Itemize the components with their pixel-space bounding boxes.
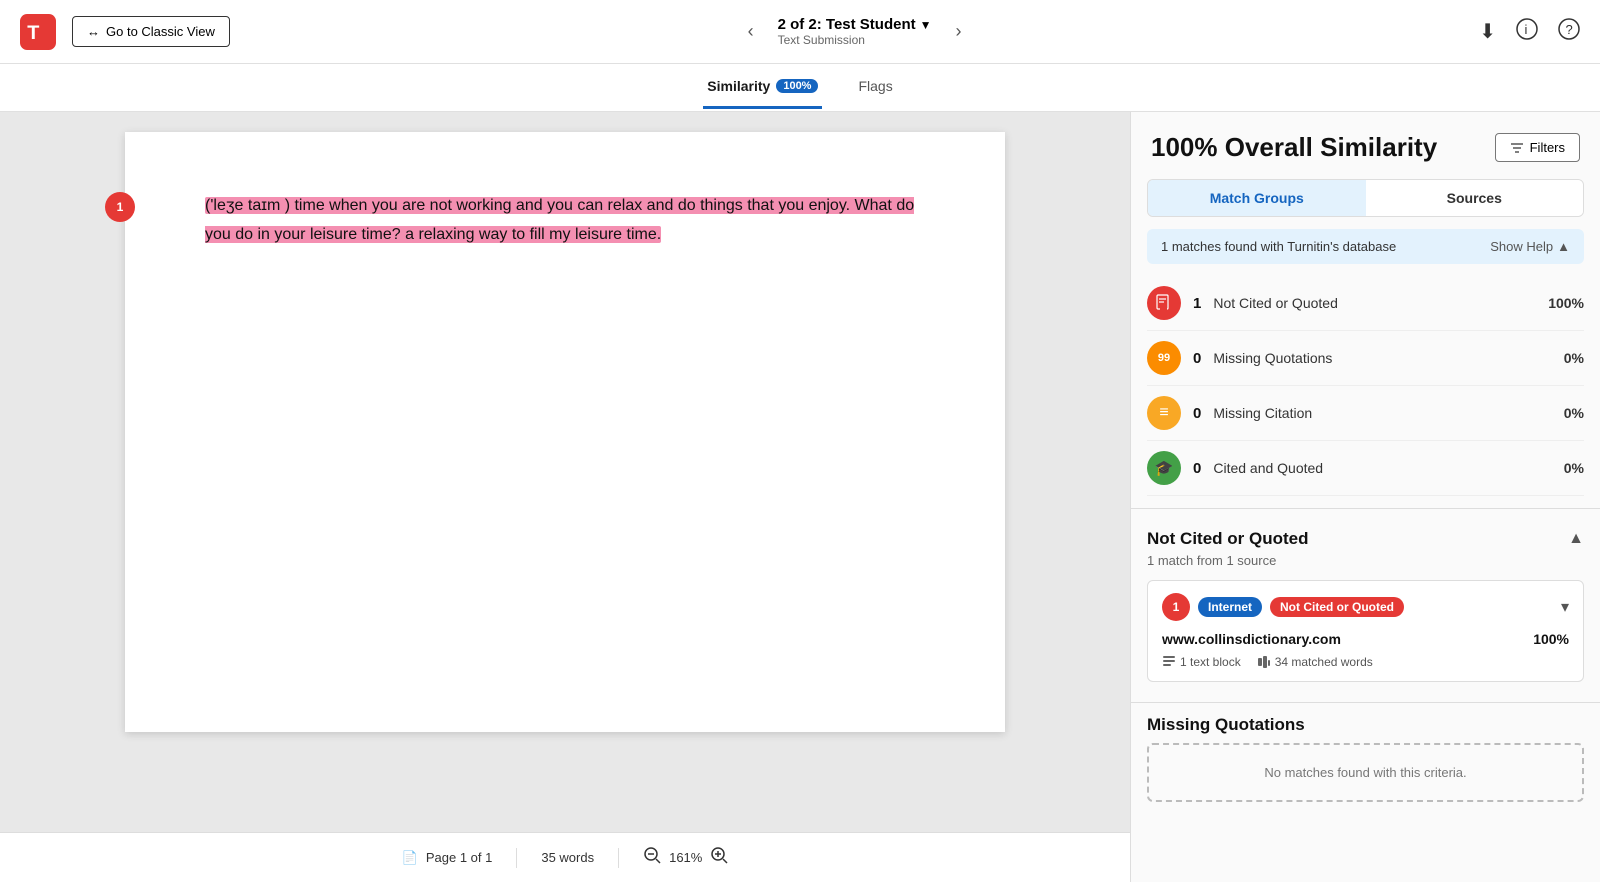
page-info: 📄 Page 1 of 1	[402, 850, 493, 866]
chevron-up-icon: ▲	[1557, 239, 1570, 254]
info-button[interactable]: i	[1516, 18, 1538, 46]
document-panel: 1 ('leʒe taɪm ) time when you are not wo…	[0, 112, 1130, 882]
match-row-missing-citation: ≡ 0 Missing Citation 0%	[1147, 386, 1584, 441]
divider-1	[516, 848, 517, 868]
source-card-top: 1 Internet Not Cited or Quoted ▾	[1162, 593, 1569, 621]
tab-flags[interactable]: Flags	[854, 66, 896, 109]
svg-text:i: i	[1524, 22, 1527, 37]
not-cited-section: Not Cited or Quoted ▲ 1 match from 1 sou…	[1131, 513, 1600, 698]
main-layout: 1 ('leʒe taɪm ) time when you are not wo…	[0, 112, 1600, 882]
download-button[interactable]: ⬇	[1479, 19, 1496, 44]
match-row-missing-quotations: 99 0 Missing Quotations 0%	[1147, 331, 1584, 386]
svg-text:?: ?	[1565, 22, 1572, 37]
source-card-expand-button[interactable]: ▾	[1561, 597, 1569, 617]
source-pct: 100%	[1533, 631, 1569, 647]
next-student-button[interactable]: ›	[948, 13, 970, 50]
help-button[interactable]: ?	[1558, 18, 1580, 46]
source-badge-num: 1	[1162, 593, 1190, 621]
source-card-collins: 1 Internet Not Cited or Quoted ▾ www.col…	[1147, 580, 1584, 682]
turnitin-logo-icon: T	[20, 14, 56, 50]
match-row-cited-quoted: 🎓 0 Cited and Quoted 0%	[1147, 441, 1584, 496]
turnitin-logo: T	[20, 14, 56, 50]
zoom-level: 161%	[669, 850, 702, 865]
topbar: T ↔ Go to Classic View ‹ 2 of 2: Test St…	[0, 0, 1600, 64]
topbar-left: T ↔ Go to Classic View	[20, 14, 230, 50]
tab-match-groups[interactable]: Match Groups	[1148, 180, 1366, 216]
tabbar: Similarity 100% Flags	[0, 64, 1600, 112]
word-count: 35 words	[541, 850, 594, 865]
tab-similarity[interactable]: Similarity 100%	[703, 66, 822, 109]
highlighted-text: ('leʒe taɪm ) time when you are not work…	[205, 197, 914, 243]
not-cited-icon	[1147, 286, 1181, 320]
source-meta: 1 text block 34 matched words	[1162, 655, 1569, 669]
arrow-icon: ↔	[87, 24, 100, 39]
source-badges: 1 Internet Not Cited or Quoted	[1162, 593, 1404, 621]
missing-quotations-title: Missing Quotations	[1147, 715, 1584, 735]
source-url: www.collinsdictionary.com	[1162, 631, 1341, 647]
sidebar-divider-1	[1131, 508, 1600, 509]
not-cited-subtitle: 1 match from 1 source	[1147, 553, 1584, 568]
similarity-title: 100% Overall Similarity Filters	[1151, 132, 1580, 163]
text-blocks-meta: 1 text block	[1162, 655, 1241, 669]
match-badge-1[interactable]: 1	[105, 192, 135, 222]
submission-type: Text Submission	[778, 33, 932, 47]
badge-internet: Internet	[1198, 597, 1262, 617]
tab-sources[interactable]: Sources	[1366, 180, 1584, 216]
not-cited-title: Not Cited or Quoted ▲	[1147, 529, 1584, 549]
badge-not-cited-or-quoted: Not Cited or Quoted	[1270, 597, 1404, 617]
zoom-in-button[interactable]	[710, 846, 728, 869]
similarity-badge: 100%	[776, 79, 818, 93]
missing-quotations-icon: 99	[1147, 341, 1181, 375]
sidebar: 100% Overall Similarity Filters Match Gr…	[1130, 112, 1600, 882]
zoom-out-button[interactable]	[643, 846, 661, 869]
match-rows: 1 Not Cited or Quoted 100% 99 0 Missing …	[1131, 276, 1600, 504]
classic-view-button[interactable]: ↔ Go to Classic View	[72, 16, 230, 47]
source-url-row: www.collinsdictionary.com 100%	[1162, 631, 1569, 647]
prev-student-button[interactable]: ‹	[740, 13, 762, 50]
topbar-center: ‹ 2 of 2: Test Student ▼ Text Submission…	[740, 13, 970, 50]
missing-quotations-empty: No matches found with this criteria.	[1147, 743, 1584, 802]
cited-quoted-icon: 🎓	[1147, 451, 1181, 485]
show-help-button[interactable]: Show Help ▲	[1490, 239, 1570, 254]
zoom-control: 161%	[643, 846, 728, 869]
document-bottom-bar: 📄 Page 1 of 1 35 words 161%	[0, 832, 1130, 882]
page-label: Page 1 of 1	[426, 850, 493, 865]
missing-quotations-section: Missing Quotations No matches found with…	[1131, 707, 1600, 810]
topbar-right: ⬇ i ?	[1479, 18, 1580, 46]
matched-words-meta: 34 matched words	[1257, 655, 1373, 669]
match-row-not-cited: 1 Not Cited or Quoted 100%	[1147, 276, 1584, 331]
classic-view-label: Go to Classic View	[106, 24, 215, 39]
missing-citation-icon: ≡	[1147, 396, 1181, 430]
filters-button[interactable]: Filters	[1495, 133, 1580, 162]
matches-found-box: 1 matches found with Turnitin's database…	[1147, 229, 1584, 264]
not-cited-collapse-button[interactable]: ▲	[1568, 530, 1584, 548]
student-name: 2 of 2: Test Student ▼	[778, 16, 932, 33]
page-icon: 📄	[402, 850, 418, 866]
sidebar-divider-2	[1131, 702, 1600, 703]
document-text: ('leʒe taɪm ) time when you are not work…	[205, 192, 925, 250]
sidebar-tab-group: Match Groups Sources	[1147, 179, 1584, 217]
sidebar-header: 100% Overall Similarity Filters	[1131, 112, 1600, 179]
svg-text:T: T	[27, 22, 39, 44]
document-page: 1 ('leʒe taɪm ) time when you are not wo…	[125, 132, 1005, 732]
matches-found-text: 1 matches found with Turnitin's database	[1161, 239, 1396, 254]
divider-2	[618, 848, 619, 868]
dropdown-icon: ▼	[920, 18, 932, 32]
